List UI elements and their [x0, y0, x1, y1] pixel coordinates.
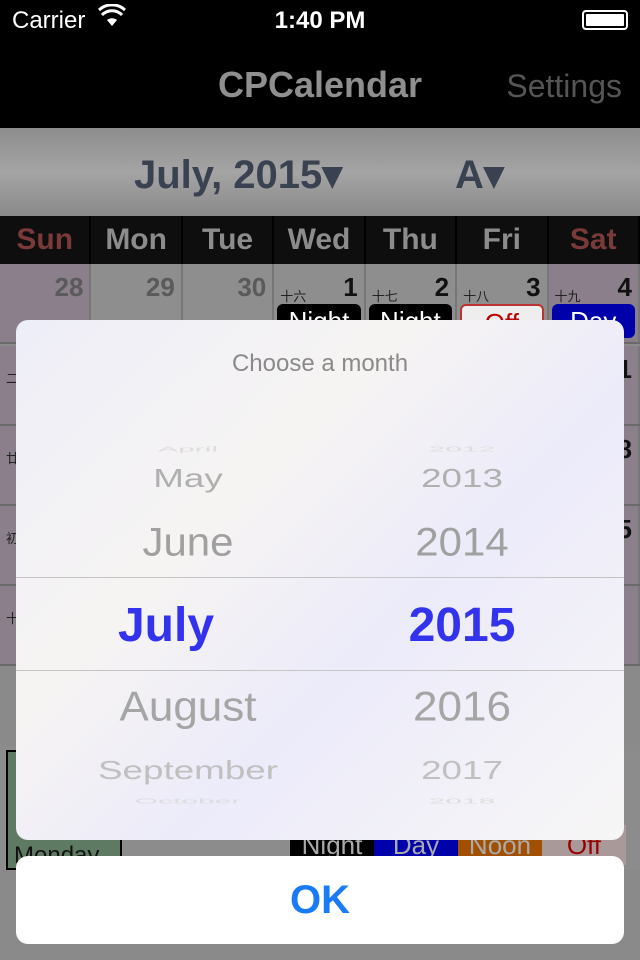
weekday-header: Sun — [0, 216, 90, 264]
day-number: 4 — [617, 272, 632, 302]
year-option[interactable]: 2015 — [312, 598, 612, 653]
month-option[interactable]: July — [16, 598, 316, 653]
selection-top-divider — [16, 577, 624, 578]
lunar-date: 十九 — [554, 289, 581, 304]
month-option[interactable]: June — [38, 519, 338, 565]
clock: 1:40 PM — [274, 7, 366, 34]
year-option[interactable]: 2018 — [237, 797, 624, 805]
month-option[interactable]: August — [38, 683, 338, 731]
weekday-header: Sat — [548, 216, 638, 264]
year-option[interactable]: 2014 — [312, 519, 612, 565]
day-number: 29 — [145, 272, 175, 302]
weekday-row: Sun Mon Tue Wed Thu Fri Sat — [0, 216, 640, 264]
lunar-date: 十八 — [463, 289, 490, 304]
day-number: 2 — [434, 272, 450, 302]
weekday-header: Mon — [91, 216, 181, 264]
weekday-header: Thu — [365, 216, 456, 264]
year-option[interactable]: 2017 — [290, 756, 625, 786]
ok-button[interactable]: OK — [16, 856, 624, 944]
dialog-title: Choose a month — [231, 350, 409, 377]
calendar-header: July, 2015▾ A▾ — [0, 128, 640, 216]
status-bar: Carrier 1:40 PM — [0, 0, 640, 40]
navigation-bar: CPCalendar Settings — [0, 40, 640, 128]
day-number: 3 — [526, 272, 541, 302]
day-number: 28 — [54, 272, 84, 302]
lunar-date: 十六 — [280, 289, 307, 304]
weekday-header: Wed — [274, 216, 364, 264]
year-option[interactable]: 2016 — [312, 683, 612, 731]
selection-bottom-divider — [16, 670, 624, 671]
weekday-header: Fri — [457, 216, 547, 264]
month-picker-dialog: Choose a month April 2012 May 2013 June 2014 J… — [16, 320, 624, 840]
year-option[interactable]: 2013 — [290, 464, 625, 494]
day-number: 1 — [343, 272, 358, 302]
settings-button[interactable]: Settings — [506, 68, 622, 105]
weekday-header: Tue — [182, 216, 273, 264]
battery-icon — [582, 10, 628, 30]
year-option[interactable]: 2012 — [237, 445, 624, 453]
lunar-date: 十七 — [371, 289, 398, 304]
font-selector[interactable]: A▾ — [455, 152, 504, 198]
day-number: 30 — [237, 272, 267, 302]
month-selector[interactable]: July, 2015▾ — [134, 152, 342, 198]
